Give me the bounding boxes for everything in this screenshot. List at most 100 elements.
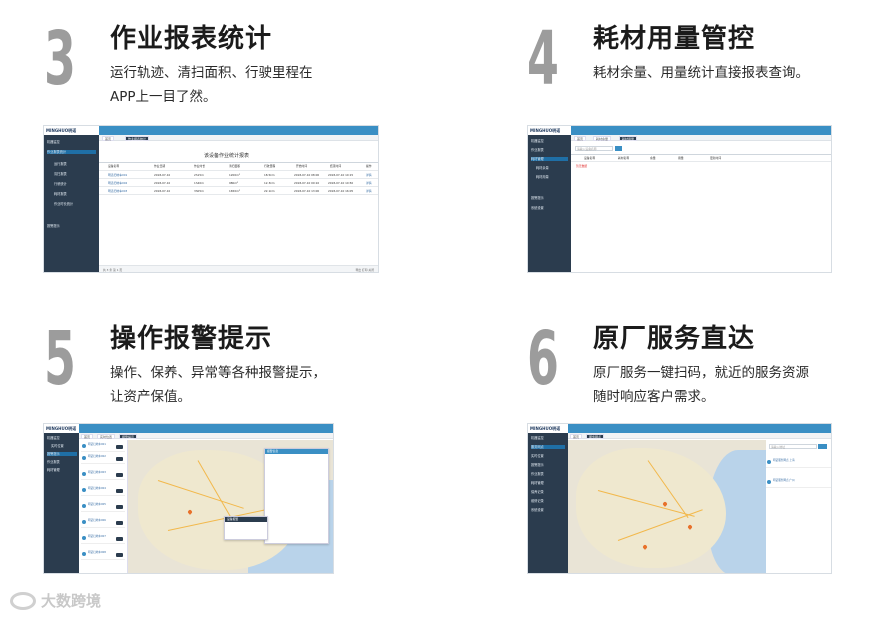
sidebar-item[interactable]: 作业报表 bbox=[531, 472, 544, 476]
alarm-app-screenshot: MINGHUO明诺 机器监控 实时位置 报警提示 作业报表 耗材管理 首页 实时… bbox=[43, 423, 334, 574]
table-divider bbox=[99, 162, 378, 163]
feature-number: 3 bbox=[44, 16, 76, 102]
device-action-button[interactable] bbox=[116, 445, 123, 449]
device-action-button[interactable] bbox=[116, 521, 123, 525]
sidebar-subitem[interactable]: 耗材用量 bbox=[536, 175, 549, 179]
vehicle-alarm-title: 设备报警 bbox=[225, 517, 267, 522]
export-actions[interactable]: 导出 打印 关闭 bbox=[355, 268, 374, 272]
list-item[interactable]: 明诺扫地车002 bbox=[81, 454, 125, 464]
sidebar-item[interactable]: 作业报表 bbox=[531, 148, 568, 152]
table-cell: 2018-07-10 bbox=[154, 173, 171, 177]
app-header bbox=[571, 126, 831, 135]
feature-description: 原厂服务一键扫码，就近的服务资源 随时响应客户需求。 bbox=[593, 361, 809, 409]
sidebar-item[interactable]: 耗材管理 bbox=[47, 468, 60, 472]
tab-alarm[interactable]: 报警提示 bbox=[119, 434, 138, 439]
consumables-app-screenshot: MINGHUO明诺 机器监控 作业报表 耗材管理 耗材余量 耗材用量 报警提示 … bbox=[527, 125, 832, 273]
tab-service[interactable]: 服务网点 bbox=[586, 434, 605, 439]
table-divider bbox=[99, 194, 378, 195]
sidebar-item[interactable]: 机器监控 bbox=[531, 436, 544, 440]
sidebar-item[interactable]: 耗材管理 bbox=[531, 481, 544, 485]
device-icon bbox=[82, 488, 86, 492]
table-cell: 明诺扫地车003 bbox=[108, 189, 128, 193]
device-action-button[interactable] bbox=[116, 489, 123, 493]
service-result-item[interactable]: 明诺服务网点 广州 bbox=[766, 478, 831, 488]
sidebar-subitem[interactable]: 耗材报表 bbox=[54, 192, 67, 196]
device-name: 明诺扫地车002 bbox=[88, 455, 106, 458]
device-action-button[interactable] bbox=[116, 537, 123, 541]
column-header: 设备名称 bbox=[108, 164, 120, 168]
service-result-item[interactable]: 明诺服务网点 上海 bbox=[766, 458, 831, 468]
sidebar-item[interactable]: 报警提示 bbox=[47, 224, 60, 228]
search-input[interactable]: 请输入设备名称 bbox=[575, 146, 613, 151]
sidebar-item[interactable]: 报警提示 bbox=[531, 463, 544, 467]
device-action-button[interactable] bbox=[116, 473, 123, 477]
feature-title: 操作报警提示 bbox=[110, 324, 273, 354]
sidebar-subitem[interactable]: 实时位置 bbox=[51, 444, 64, 448]
sidebar-item-active[interactable]: 报警提示 bbox=[47, 452, 77, 456]
table-cell[interactable]: 详情 bbox=[366, 181, 372, 185]
tab-usage[interactable]: 耗材用量 bbox=[619, 136, 638, 141]
search-input[interactable]: 请输入地址 bbox=[769, 444, 817, 449]
brand-logo: MINGHUO明诺 bbox=[44, 126, 99, 135]
feature-number: 5 bbox=[44, 316, 76, 402]
column-header: 设备名称 bbox=[584, 156, 596, 160]
table-cell: 980m² bbox=[229, 181, 239, 185]
device-action-button[interactable] bbox=[116, 457, 123, 461]
column-header: 操作 bbox=[366, 164, 372, 168]
table-cell: 2018-07-10 bbox=[154, 189, 171, 193]
list-item[interactable]: 明诺扫地车006 bbox=[81, 518, 125, 528]
table-cell[interactable]: 详情 bbox=[366, 189, 372, 193]
sidebar-item[interactable]: 维修记录 bbox=[531, 499, 544, 503]
description-line: APP上一目了然。 bbox=[110, 89, 217, 105]
sidebar-item[interactable]: 机器监控 bbox=[531, 139, 568, 143]
device-icon bbox=[82, 520, 86, 524]
sidebar-item[interactable]: 系统设置 bbox=[531, 206, 544, 210]
sidebar-item[interactable]: 报警提示 bbox=[531, 196, 544, 200]
sidebar-item-active[interactable]: 作业报表统计 bbox=[47, 150, 96, 154]
column-header: 结束时间 bbox=[330, 164, 342, 168]
tab-bar: 首页 作业报表统计 bbox=[99, 135, 378, 141]
device-icon bbox=[82, 536, 86, 540]
sidebar-subitem[interactable]: 运行报表 bbox=[54, 162, 67, 166]
sidebar-item-active[interactable]: 服务网点 bbox=[531, 445, 565, 449]
sidebar-item[interactable]: 系统设置 bbox=[531, 508, 544, 512]
search-button[interactable] bbox=[818, 444, 827, 449]
sidebar-item[interactable]: 实时位置 bbox=[531, 454, 544, 458]
column-header: 用量 bbox=[678, 156, 684, 160]
sidebar-subitem[interactable]: 耗材余量 bbox=[536, 166, 549, 170]
list-item[interactable]: 明诺扫地车005 bbox=[81, 502, 125, 512]
sidebar-subitem[interactable]: 清扫报表 bbox=[54, 172, 67, 176]
feature-title: 原厂服务直达 bbox=[593, 324, 756, 354]
sidebar-item-active[interactable]: 耗材管理 bbox=[531, 157, 568, 161]
sidebar-subitem[interactable]: 行驶统计 bbox=[54, 182, 67, 186]
device-action-button[interactable] bbox=[116, 553, 123, 557]
sidebar-item[interactable]: 作业报表 bbox=[47, 460, 60, 464]
sidebar-item[interactable]: 机器监控 bbox=[47, 436, 77, 440]
description-line: 原厂服务一键扫码，就近的服务资源 bbox=[593, 365, 809, 381]
search-button[interactable] bbox=[615, 146, 622, 151]
list-item[interactable]: 明诺扫地车007 bbox=[81, 534, 125, 544]
tab-home[interactable]: 首页 bbox=[570, 434, 583, 439]
list-item[interactable]: 明诺扫地车003 bbox=[81, 470, 125, 480]
tab-home[interactable]: 首页 bbox=[81, 434, 94, 439]
table-cell[interactable]: 详情 bbox=[366, 173, 372, 177]
tab-home[interactable]: 首页 bbox=[574, 136, 587, 141]
tab-report[interactable]: 作业报表统计 bbox=[125, 136, 150, 141]
list-item[interactable]: 明诺扫地车004 bbox=[81, 486, 125, 496]
search-placeholder: 请输入设备名称 bbox=[577, 147, 597, 151]
sidebar-subitem[interactable]: 作业时长统计 bbox=[54, 202, 73, 206]
sidebar-item[interactable]: 机器监控 bbox=[47, 140, 96, 144]
device-icon bbox=[82, 504, 86, 508]
table-cell: 1650m² bbox=[229, 189, 240, 193]
sidebar-item[interactable]: 保养记录 bbox=[531, 490, 544, 494]
device-name: 明诺扫地车008 bbox=[88, 551, 106, 554]
list-item[interactable]: 明诺扫地车001 bbox=[81, 442, 125, 452]
device-icon bbox=[82, 444, 86, 448]
feature-description: 运行轨迹、清扫面积、行驶里程在 APP上一目了然。 bbox=[110, 61, 313, 109]
list-item[interactable]: 明诺扫地车008 bbox=[81, 550, 125, 560]
device-action-button[interactable] bbox=[116, 505, 123, 509]
map-view[interactable] bbox=[568, 440, 766, 573]
tab-remaining[interactable]: 耗材余量 bbox=[593, 136, 612, 141]
tab-home[interactable]: 首页 bbox=[102, 136, 115, 141]
tab-location[interactable]: 实时位置 bbox=[97, 434, 116, 439]
